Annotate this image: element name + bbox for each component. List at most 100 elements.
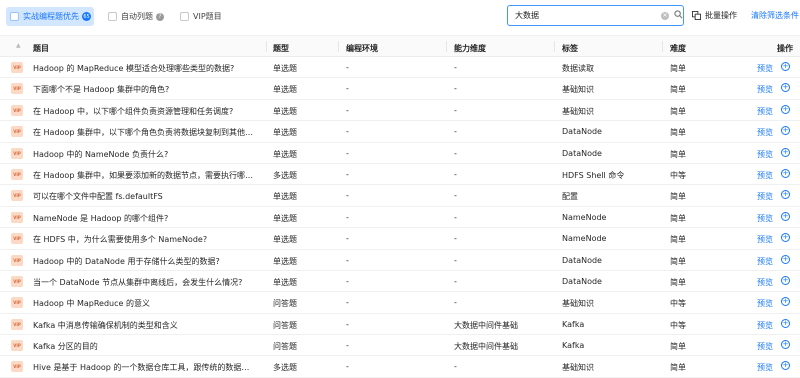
- question-type: 单选题: [273, 128, 297, 138]
- add-icon[interactable]: +: [781, 318, 790, 328]
- question-title[interactable]: Hadoop 的 MapReduce 模型适合处理哪些类型的数据?: [33, 63, 256, 74]
- question-title[interactable]: 当一个 DataNode 节点从集群中离线后，会发生什么情况?: [33, 277, 256, 288]
- add-icon[interactable]: +: [781, 83, 790, 93]
- vip-badge: VIP: [11, 318, 23, 330]
- search-box[interactable]: ✕: [507, 5, 684, 26]
- question-tag: Kafka: [562, 319, 585, 329]
- add-icon[interactable]: +: [781, 361, 790, 371]
- column-difficulty[interactable]: 难度: [670, 43, 686, 54]
- difficulty: 中等: [670, 170, 686, 180]
- add-icon[interactable]: +: [781, 275, 790, 285]
- question-title[interactable]: Hadoop 中的 DataNode 用于存储什么类型的数据?: [33, 256, 256, 267]
- add-icon[interactable]: +: [781, 211, 790, 221]
- question-title[interactable]: 在 Hadoop 中，以下哪个组件负责资源管理和任务调度?: [33, 106, 256, 117]
- table-row[interactable]: VIP 可以在哪个文件中配置 fs.defaultFS 单选题 - - 配置 简单 预览 +: [0, 185, 800, 207]
- search-icon[interactable]: [674, 10, 683, 21]
- question-type: 问答题: [273, 342, 297, 352]
- preview-link[interactable]: 预览: [757, 277, 773, 288]
- preview-link[interactable]: 预览: [757, 298, 773, 309]
- question-title[interactable]: 在 Hadoop 集群中，如果要添加新的数据节点，需要执行哪些步...: [33, 170, 256, 181]
- help-icon[interactable]: ?: [156, 12, 164, 21]
- practical-first-filter[interactable]: 实战编程题优先 65: [6, 7, 94, 26]
- preview-link[interactable]: 预览: [757, 170, 773, 181]
- sort-icon[interactable]: ▲: [16, 42, 21, 49]
- preview-link[interactable]: 预览: [757, 106, 773, 117]
- table-row[interactable]: VIP 当一个 DataNode 节点从集群中离线后，会发生什么情况? 单选题 - - D…: [0, 271, 800, 293]
- preview-link[interactable]: 预览: [757, 320, 773, 331]
- programming-env: -: [346, 148, 349, 158]
- batch-operation-button[interactable]: 批量操作: [692, 10, 737, 21]
- question-title[interactable]: 在 HDFS 中，为什么需要使用多个 NameNode?: [33, 234, 256, 245]
- add-icon[interactable]: +: [781, 340, 790, 350]
- column-type[interactable]: 题型: [273, 43, 289, 54]
- auto-list-label: 自动列题: [121, 12, 153, 21]
- vip-badge: VIP: [11, 275, 23, 287]
- column-title[interactable]: 题目: [33, 43, 49, 54]
- preview-link[interactable]: 预览: [757, 149, 773, 160]
- vip-badge: VIP: [11, 297, 23, 309]
- column-env[interactable]: 编程环境: [346, 43, 378, 54]
- question-title[interactable]: Kafka 中消息传输确保机制的类型和含义: [33, 320, 256, 331]
- table-row[interactable]: VIP Hadoop 中的 NameNode 负责什么? 单选题 - - DataNode…: [0, 143, 800, 164]
- table-row[interactable]: VIP Kafka 中消息传输确保机制的类型和含义 问答题 - 大数据中间件基础 Kafk…: [0, 314, 800, 336]
- table-row[interactable]: VIP 在 Hadoop 集群中，如果要添加新的数据节点，需要执行哪些步... 多选…: [0, 164, 800, 186]
- preview-link[interactable]: 预览: [757, 341, 773, 352]
- search-input[interactable]: [515, 11, 656, 20]
- table-row[interactable]: VIP 下面哪个不是 Hadoop 集群中的角色? 单选题 - - 基础知识 简单 预览 +: [0, 78, 800, 100]
- question-title[interactable]: Kafka 分区的目的: [33, 341, 256, 352]
- auto-list-filter[interactable]: 自动列题 ?: [108, 7, 164, 26]
- table-row[interactable]: VIP Kafka 分区的目的 问答题 - 大数据中间件基础 Kafka 简单 预览 +: [0, 335, 800, 357]
- column-divider: [554, 41, 555, 52]
- auto-list-checkbox[interactable]: [108, 12, 117, 21]
- question-title[interactable]: 可以在哪个文件中配置 fs.defaultFS: [33, 191, 256, 202]
- table-row[interactable]: VIP 在 Hadoop 中，以下哪个组件负责资源管理和任务调度? 单选题 - - 基础知…: [0, 100, 800, 122]
- vip-badge: VIP: [11, 147, 23, 159]
- vip-checkbox[interactable]: [180, 12, 189, 21]
- programming-env: -: [346, 341, 349, 351]
- practical-first-checkbox[interactable]: [10, 12, 19, 21]
- ability-dimension: -: [454, 255, 457, 265]
- question-title[interactable]: Hadoop 中的 NameNode 负责什么?: [33, 149, 256, 160]
- clear-filters-link[interactable]: 清除筛选条件: [751, 10, 799, 21]
- table-header: ▲ 题目 题型 编程环境 能力维度 标签 难度 操作: [0, 35, 800, 57]
- table-row[interactable]: VIP 在 HDFS 中，为什么需要使用多个 NameNode? 单选题 - - Name…: [0, 228, 800, 250]
- column-tag[interactable]: 标签: [562, 43, 578, 54]
- question-title[interactable]: 下面哪个不是 Hadoop 集群中的角色?: [33, 84, 256, 95]
- column-ability[interactable]: 能力维度: [454, 43, 486, 54]
- preview-link[interactable]: 预览: [757, 191, 773, 202]
- question-title[interactable]: Hadoop 中 MapReduce 的意义: [33, 298, 256, 309]
- vip-badge: VIP: [11, 104, 23, 116]
- table-row[interactable]: VIP NameNode 是 Hadoop 的哪个组件? 单选题 - - NameNode…: [0, 207, 800, 229]
- question-tag: DataNode: [562, 127, 602, 137]
- preview-link[interactable]: 预览: [757, 63, 773, 74]
- preview-link[interactable]: 预览: [757, 127, 773, 138]
- question-type: 问答题: [273, 299, 297, 309]
- preview-link[interactable]: 预览: [757, 234, 773, 245]
- preview-link[interactable]: 预览: [757, 213, 773, 224]
- table-row[interactable]: VIP Hadoop 的 MapReduce 模型适合处理哪些类型的数据? 单选题 -…: [0, 57, 800, 79]
- add-icon[interactable]: +: [781, 168, 790, 178]
- add-icon[interactable]: +: [781, 62, 790, 71]
- add-icon[interactable]: +: [781, 147, 790, 157]
- ability-dimension: -: [454, 234, 457, 244]
- vip-badge: VIP: [11, 233, 23, 245]
- add-icon[interactable]: +: [781, 126, 790, 136]
- add-icon[interactable]: +: [781, 190, 790, 200]
- preview-link[interactable]: 预览: [757, 256, 773, 267]
- vip-filter[interactable]: VIP题目: [180, 7, 222, 26]
- table-row[interactable]: VIP Hadoop 中的 DataNode 用于存储什么类型的数据? 单选题 - - D…: [0, 250, 800, 271]
- question-title[interactable]: NameNode 是 Hadoop 的哪个组件?: [33, 213, 256, 224]
- clear-search-icon[interactable]: ✕: [661, 11, 669, 20]
- add-icon[interactable]: +: [781, 104, 790, 114]
- add-icon[interactable]: +: [781, 297, 790, 307]
- question-title[interactable]: 在 Hadoop 集群中，以下哪个角色负责将数据块复制到其他节点?: [33, 127, 256, 138]
- question-type: 单选题: [273, 64, 297, 73]
- question-type: 单选题: [273, 85, 297, 95]
- preview-link[interactable]: 预览: [757, 84, 773, 95]
- table-row[interactable]: VIP Hive 是基于 Hadoop 的一个数据仓库工具，跟传统的数据库相比..…: [0, 356, 800, 378]
- programming-env: -: [346, 362, 349, 372]
- table-row[interactable]: VIP 在 Hadoop 集群中，以下哪个角色负责将数据块复制到其他节点? 单选题 -…: [0, 121, 800, 143]
- add-icon[interactable]: +: [781, 233, 790, 243]
- add-icon[interactable]: +: [781, 254, 790, 264]
- table-row[interactable]: VIP Hadoop 中 MapReduce 的意义 问答题 - - 基础知识 中等 预览 +: [0, 292, 800, 314]
